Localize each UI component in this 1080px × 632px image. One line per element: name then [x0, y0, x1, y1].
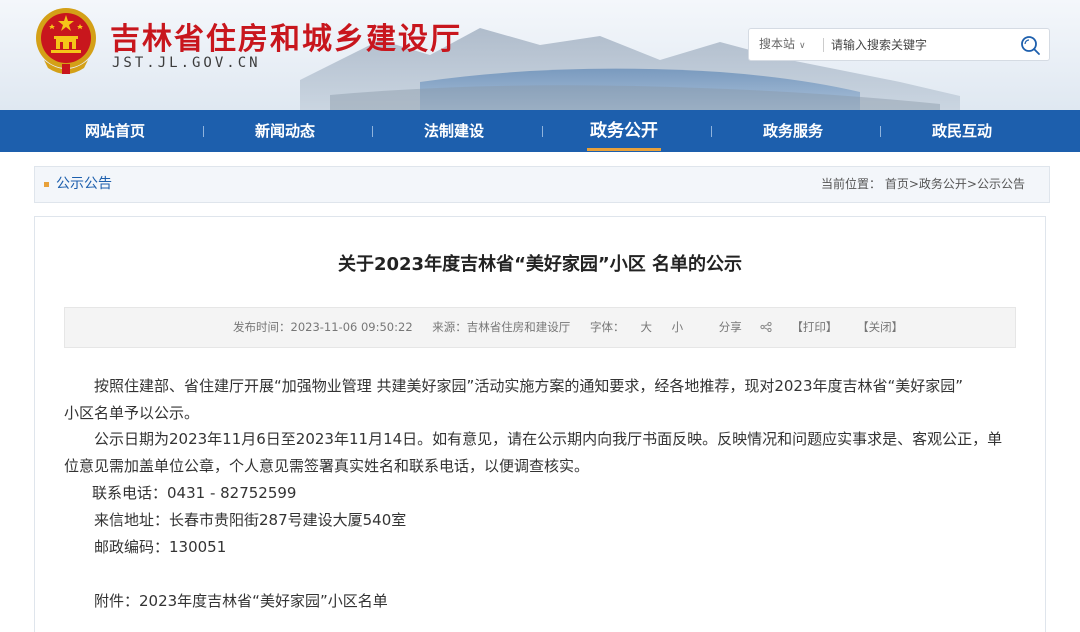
search-scope-label: 搜本站 [759, 37, 796, 51]
chevron-down-icon: ∨ [799, 41, 806, 51]
section-marker-icon [44, 182, 49, 187]
font-large-button[interactable]: 大 [640, 320, 652, 334]
share-button[interactable]: 分享 [719, 320, 772, 334]
site-title: 吉林省住房和城乡建设厅 [110, 22, 462, 57]
contact-address: 来信地址：长春市贵阳街287号建设大厦540室 [94, 511, 407, 529]
paragraph-1-line-1: 按照住建部、省住建厅开展“加强物业管理 共建美好家园”活动实施方案的通知要求，经… [94, 377, 964, 395]
section-title: 公示公告 [56, 176, 112, 192]
font-size-control: 字体： 大 小 [590, 320, 699, 334]
attachment-link[interactable]: 附件：2023年度吉林省“美好家园”小区名单 [94, 590, 1046, 611]
print-button[interactable]: 【打印】 [791, 320, 837, 334]
publish-time: 发布时间：2023-11-06 09:50:22 [233, 320, 413, 334]
breadcrumb-separator: > [908, 177, 919, 191]
breadcrumb-notice-link[interactable]: 公示公告 [977, 177, 1025, 191]
nav-item-government-affairs[interactable]: 政务公开 [539, 110, 709, 152]
nav-item-services[interactable]: 政务服务 [708, 110, 878, 152]
font-size-label: 字体： [589, 320, 625, 334]
contact-phone: 联系电话：0431 - 82752599 [92, 484, 297, 502]
nav-item-home[interactable]: 网站首页 [30, 110, 200, 152]
close-button[interactable]: 【关闭】 [857, 320, 903, 334]
share-label: 分享 [718, 320, 742, 334]
breadcrumb-home-link[interactable]: 首页 [885, 177, 909, 191]
nav-item-legal[interactable]: 法制建设 [369, 110, 539, 152]
paragraph-1-line-2: 小区名单予以公示。 [64, 404, 200, 422]
breadcrumb: 当前位置： 首页>政务公开>公示公告 [821, 167, 1025, 202]
breadcrumb-prefix: 当前位置： [820, 177, 881, 191]
search-input[interactable] [831, 33, 1011, 56]
breadcrumb-separator: > [966, 177, 977, 191]
paragraph-2-line-2: 位意见需加盖单位公章，个人意见需签署真实姓名和联系电话，以便调查核实。 [64, 457, 590, 475]
nav-item-interaction[interactable]: 政民互动 [877, 110, 1047, 152]
article-title: 关于2023年度吉林省“美好家园”小区 名单的公示 [337, 254, 743, 275]
article-meta: 发布时间：2023-11-06 09:50:22 来源：吉林省住房和建设厅 字体… [233, 308, 919, 347]
national-emblem-icon [36, 8, 96, 74]
breadcrumb-bar: 公示公告 当前位置： 首页>政务公开>公示公告 [34, 166, 1050, 203]
share-icon [760, 322, 772, 332]
search-box: 搜本站 ∨ [748, 28, 1050, 61]
postal-code: 邮政编码：130051 [94, 538, 227, 556]
search-divider [823, 38, 824, 52]
breadcrumb-government-link[interactable]: 政务公开 [919, 177, 967, 191]
article-source: 来源：吉林省住房和建设厅 [432, 320, 571, 334]
article-meta-bar: 发布时间：2023-11-06 09:50:22 来源：吉林省住房和建设厅 字体… [64, 307, 1016, 348]
search-icon[interactable] [1019, 34, 1041, 56]
search-scope-select[interactable]: 搜本站 ∨ [759, 29, 806, 60]
site-domain: JST.JL.GOV.CN [112, 55, 261, 71]
paragraph-2-line-1: 公示日期为2023年11月6日至2023年11月14日。如有意见，请在公示期内向… [94, 430, 1003, 448]
site-header: 吉林省住房和城乡建设厅 JST.JL.GOV.CN 搜本站 ∨ [0, 0, 1080, 110]
article-panel [34, 216, 1046, 632]
nav-item-news[interactable]: 新闻动态 [200, 110, 370, 152]
main-nav: 网站首页 新闻动态 法制建设 政务公开 政务服务 政民互动 [0, 110, 1080, 152]
font-small-button[interactable]: 小 [672, 320, 684, 334]
